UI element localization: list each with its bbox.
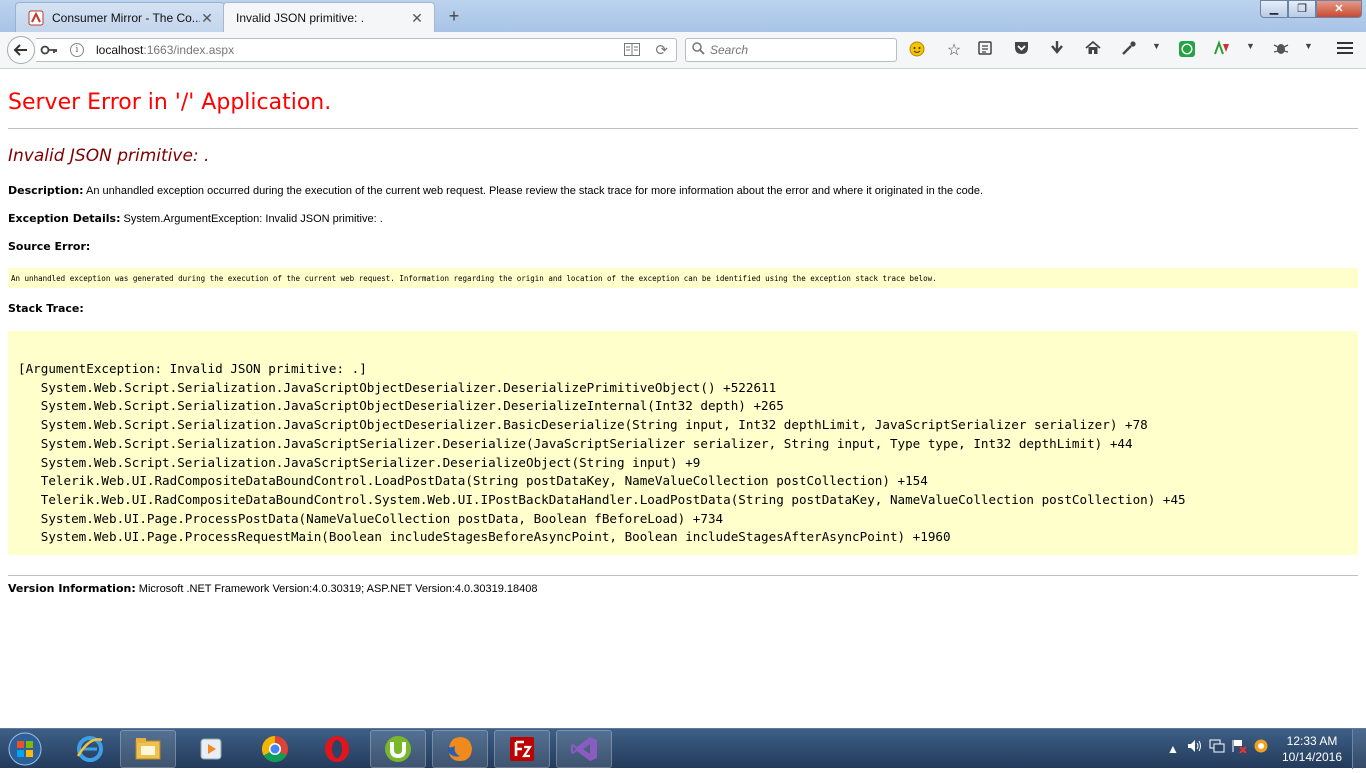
- reload-icon[interactable]: ⟳: [655, 41, 668, 59]
- back-button[interactable]: [7, 36, 35, 64]
- tab-label: Consumer Mirror - The Co...: [52, 10, 200, 25]
- source-error-row: Source Error:: [8, 240, 90, 253]
- divider: [8, 128, 1358, 129]
- opera-icon[interactable]: [309, 730, 365, 768]
- translate-addon-icon[interactable]: [1211, 40, 1233, 62]
- stack-trace-label: Stack Trace:: [8, 302, 84, 315]
- new-tab-button[interactable]: +: [443, 5, 465, 27]
- exception-text: System.ArgumentException: Invalid JSON p…: [123, 213, 383, 225]
- filezilla-icon[interactable]: [494, 730, 550, 768]
- url-host: localhost: [96, 43, 144, 57]
- internet-explorer-icon[interactable]: [62, 730, 118, 768]
- description-row: Description: An unhandled exception occu…: [8, 184, 983, 197]
- version-label: Version Information:: [8, 582, 136, 595]
- downloads-icon[interactable]: [1046, 40, 1068, 62]
- visual-studio-icon[interactable]: [556, 730, 612, 768]
- chevron-down-icon[interactable]: ▼: [1246, 41, 1255, 51]
- update-ring-icon[interactable]: [1250, 738, 1272, 760]
- utorrent-icon[interactable]: [370, 730, 426, 768]
- chevron-down-icon[interactable]: ▼: [1304, 41, 1313, 51]
- key-icon: [40, 42, 58, 61]
- navigation-toolbar: i localhost:1663/index.aspx ⟳ ☆ ▼: [0, 32, 1366, 69]
- bookmark-star-icon[interactable]: ☆: [943, 40, 965, 62]
- source-error-label: Source Error:: [8, 240, 91, 253]
- exception-row: Exception Details: System.ArgumentExcept…: [8, 212, 383, 225]
- addon-bug-icon[interactable]: [1270, 40, 1292, 62]
- stack-trace-text: [ArgumentException: Invalid JSON primiti…: [18, 361, 1186, 545]
- version-text: Microsoft .NET Framework Version:4.0.303…: [138, 583, 538, 595]
- action-center-flag-icon[interactable]: [1228, 738, 1250, 760]
- tab-close-icon[interactable]: ✕: [410, 11, 424, 25]
- file-explorer-icon[interactable]: [120, 730, 176, 768]
- url-text[interactable]: localhost:1663/index.aspx: [96, 43, 234, 57]
- search-input[interactable]: [710, 41, 890, 59]
- developer-tools-icon[interactable]: [1118, 40, 1140, 62]
- home-icon[interactable]: [1082, 40, 1104, 62]
- addon-emoji-icon[interactable]: [906, 40, 928, 62]
- tab-close-icon[interactable]: ✕: [200, 11, 214, 25]
- exception-label: Exception Details:: [8, 212, 121, 225]
- stack-trace-box: [ArgumentException: Invalid JSON primiti…: [8, 331, 1358, 555]
- show-desktop-button[interactable]: [1352, 729, 1366, 769]
- chrome-icon[interactable]: [247, 730, 303, 768]
- close-window-button[interactable]: ✕: [1316, 0, 1362, 18]
- clock-time: 12:33 AM: [1286, 734, 1338, 748]
- description-label: Description:: [8, 184, 84, 197]
- version-row: Version Information: Microsoft .NET Fram…: [8, 582, 537, 595]
- search-bar[interactable]: [685, 38, 897, 62]
- site-info-icon[interactable]: i: [70, 43, 84, 57]
- page-title: Server Error in '/' Application.: [8, 90, 332, 115]
- show-hidden-icons-icon[interactable]: ▲: [1162, 738, 1184, 760]
- tab-label: Invalid JSON primitive: .: [236, 10, 365, 25]
- source-error-box: An unhandled exception was generated dur…: [8, 268, 1358, 288]
- description-text: An unhandled exception occurred during t…: [86, 185, 984, 197]
- start-button[interactable]: [5, 730, 45, 768]
- system-tray: ▲ 12:33 AM 10/14/2016: [1162, 729, 1366, 769]
- source-error-text: An unhandled exception was generated dur…: [11, 274, 937, 283]
- tab-consumer-mirror[interactable]: Consumer Mirror - The Co... ✕: [15, 2, 225, 32]
- clock[interactable]: 12:33 AM 10/14/2016: [1272, 733, 1352, 765]
- maximize-button[interactable]: ❐: [1288, 0, 1316, 18]
- stack-trace-row: Stack Trace:: [8, 302, 84, 315]
- volume-icon[interactable]: [1184, 738, 1206, 760]
- pocket-icon[interactable]: [1010, 40, 1032, 62]
- search-icon: [692, 42, 705, 58]
- whatsapp-icon[interactable]: [1176, 40, 1198, 62]
- bookmarks-list-icon[interactable]: [974, 40, 996, 62]
- minimize-button[interactable]: ▁: [1260, 0, 1288, 18]
- consumer-mirror-favicon-icon: [28, 10, 44, 26]
- clock-date: 10/14/2016: [1281, 750, 1343, 764]
- browser-tab-bar: Consumer Mirror - The Co... ✕ Invalid JS…: [0, 0, 1366, 32]
- media-player-icon[interactable]: [183, 730, 239, 768]
- hamburger-menu-icon[interactable]: [1334, 40, 1356, 62]
- network-icon[interactable]: [1206, 738, 1228, 760]
- tab-invalid-json[interactable]: Invalid JSON primitive: . ✕: [223, 2, 435, 32]
- reader-view-icon[interactable]: [624, 43, 640, 59]
- error-message: Invalid JSON primitive: .: [8, 146, 210, 166]
- url-bar[interactable]: i localhost:1663/index.aspx ⟳: [36, 38, 677, 62]
- firefox-icon[interactable]: [432, 730, 488, 768]
- back-arrow-icon: [13, 44, 29, 62]
- divider: [8, 575, 1358, 576]
- chevron-down-icon[interactable]: ▼: [1152, 41, 1161, 51]
- windows-taskbar: ▲ 12:33 AM 10/14/2016: [0, 728, 1366, 769]
- url-path: :1663/index.aspx: [143, 43, 235, 57]
- window-controls: ▁ ❐ ✕: [1260, 0, 1362, 18]
